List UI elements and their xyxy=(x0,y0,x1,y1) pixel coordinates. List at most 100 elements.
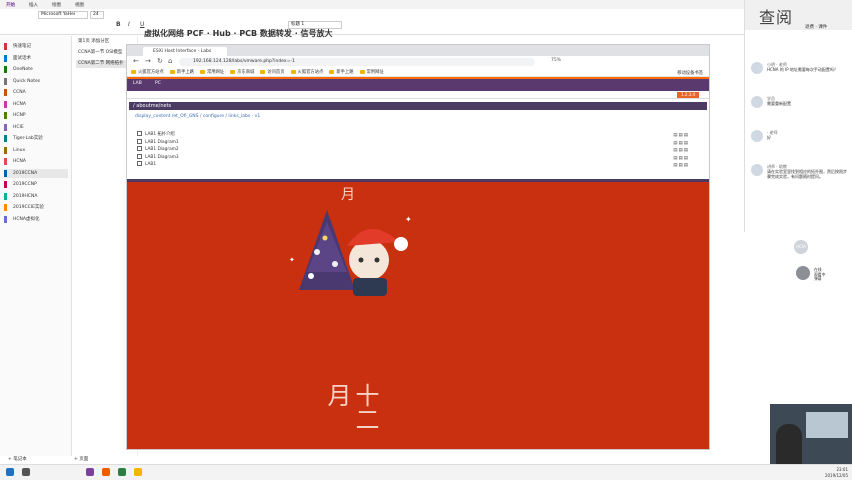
desktop-wallpaper: 月 ✦ ✦ 十二月 xyxy=(127,182,709,449)
bookmark-item[interactable]: 常用网址 xyxy=(199,69,224,75)
webcam-overlay xyxy=(770,404,852,464)
bookmark-item[interactable]: 常用网址 xyxy=(359,69,384,75)
bookmark-item[interactable]: 火狐官方站点 xyxy=(290,69,323,75)
chat-avatar[interactable] xyxy=(751,62,763,74)
row-checkbox[interactable] xyxy=(137,138,142,144)
add-page-button[interactable]: + 页面 xyxy=(74,456,88,462)
chat-avatar[interactable] xyxy=(751,130,763,142)
notebook-item[interactable]: HCNA xyxy=(4,157,68,166)
reload-icon[interactable]: ↻ xyxy=(157,57,163,65)
firefox-icon[interactable] xyxy=(102,468,110,476)
notebook-item[interactable]: Tiger-Lab实验 xyxy=(4,134,68,143)
notebook-color-tag xyxy=(4,112,7,119)
notebook-item[interactable]: HCNA虚拟化 xyxy=(4,215,68,224)
lab-name: LAB1 xyxy=(145,162,157,167)
row-actions-icon[interactable]: ▤▤▤ xyxy=(673,162,689,169)
notebook-label: HCIE xyxy=(13,124,24,130)
christmas-illustration: ✦ ✦ xyxy=(289,210,412,296)
notebook-color-tag xyxy=(4,100,7,108)
bookmark-item[interactable]: 访问首页 xyxy=(260,69,285,75)
lab-name: LAB1 Diagram2 xyxy=(145,147,179,152)
lab-row[interactable]: LAB1 Diagram1 ▤▤▤ xyxy=(137,138,697,146)
webcam-person xyxy=(776,424,802,464)
chat-header: 查阅 退费 · 课件 xyxy=(745,0,852,30)
chat-avatar[interactable] xyxy=(751,164,763,176)
avatar[interactable]: HCIA xyxy=(794,240,808,254)
font-size-select[interactable]: 24 xyxy=(90,11,104,19)
row-checkbox[interactable] xyxy=(137,131,142,136)
notebook-color-tag xyxy=(4,181,7,188)
bookmark-item[interactable]: 火狐官方站点 xyxy=(131,69,164,75)
bookmark-item[interactable]: 京东商城 xyxy=(230,69,254,75)
ribbon-tab-draw[interactable]: 绘图 xyxy=(52,2,61,8)
notebook-color-tag xyxy=(4,192,7,200)
gns-breadcrumb[interactable]: display_content /et_Ofi_GNS / configure … xyxy=(135,114,260,119)
lab-name: LAB1 Diagram1 xyxy=(145,139,179,145)
folder-icon xyxy=(260,70,266,74)
search-icon[interactable] xyxy=(22,468,30,476)
notebook-item[interactable]: 面试话术 xyxy=(4,54,68,63)
bookmark-item[interactable]: 新手上路 xyxy=(169,69,194,75)
add-notebook-button[interactable]: + 笔记本 xyxy=(8,456,27,462)
notebook-item[interactable]: CCNA xyxy=(4,88,68,97)
bold-button[interactable]: B xyxy=(116,21,121,28)
onenote-icon[interactable] xyxy=(86,468,94,476)
lab-row[interactable]: LAB1 Diagram3 ▤▤▤ xyxy=(137,153,697,161)
lab-row[interactable]: LAB1 拓扑介绍 ▤▤▤ xyxy=(137,131,697,138)
italic-button[interactable]: I xyxy=(128,21,130,28)
notebook-item[interactable]: OneNote xyxy=(4,65,68,74)
gns-menu-pc[interactable]: PC xyxy=(155,81,161,86)
gns-folder-header: / aboutme/nets xyxy=(129,102,707,110)
font-name-select[interactable]: Microsoft YaHei xyxy=(38,11,88,19)
bookmarks-bar: 火狐官方站点 新手上路 常用网址 京东商城 访问首页 火狐官方站点 新手上路 常用网址 xyxy=(127,68,709,77)
notebook-item[interactable]: 2019CCNP xyxy=(4,180,68,189)
other-bookmarks[interactable]: 移动设备书签 xyxy=(677,70,703,76)
notebook-item[interactable]: 2019HCNA xyxy=(4,192,68,201)
taskbar-clock[interactable]: 23:01 2019/12/05 xyxy=(825,467,848,478)
notebook-label: 2019CCNA xyxy=(13,170,38,176)
row-checkbox[interactable] xyxy=(137,161,142,166)
row-checkbox[interactable] xyxy=(137,146,142,151)
chat-links[interactable]: 退费 · 课件 xyxy=(805,24,827,30)
url-input[interactable]: 192.168.124.128/labs/vmware.php?index=-1 xyxy=(179,58,535,66)
lab-row[interactable]: LAB1 Diagram2 ▤▤▤ xyxy=(137,146,697,153)
forward-icon[interactable]: → xyxy=(145,57,151,65)
notebook-item[interactable]: Linux xyxy=(4,146,68,155)
chat-avatar[interactable] xyxy=(751,96,763,108)
notebook-color-tag xyxy=(4,158,7,165)
start-icon[interactable] xyxy=(6,468,14,476)
underline-button[interactable]: U xyxy=(140,21,144,28)
notebook-item[interactable]: Quick Notes xyxy=(4,77,68,86)
ribbon-tab-insert[interactable]: 插入 xyxy=(29,2,38,8)
viewer-avatar[interactable] xyxy=(796,266,810,280)
notebook-item[interactable]: 2019CCNA xyxy=(4,168,68,178)
gns-menu-lab[interactable]: LAB xyxy=(133,81,142,86)
chat-text: HCNA 的 IP 地址需要每次手动配置吗？ xyxy=(767,67,838,73)
browser-tab[interactable]: ESXi Host Interface - Labs xyxy=(143,47,227,56)
folder-icon xyxy=(290,70,296,74)
notebook-label: 2019CCNP xyxy=(13,182,37,187)
ribbon-tab-bar: 开始 插入 绘图 视图 xyxy=(0,0,744,9)
ribbon-tab-home[interactable]: 开始 xyxy=(6,2,15,8)
notebook-item[interactable]: 2019CCIE实验 xyxy=(4,203,68,212)
notebook-item[interactable]: 快速笔记 xyxy=(4,42,68,51)
notebook-item[interactable]: HCNP xyxy=(4,111,68,120)
lab-name: LAB1 拓扑介绍 xyxy=(145,132,175,137)
notebook-color-tag xyxy=(4,204,7,211)
back-icon[interactable]: ← xyxy=(133,57,139,65)
home-icon[interactable]: ⌂ xyxy=(168,57,172,65)
notebook-item[interactable]: HCNA xyxy=(4,100,68,109)
app-icon[interactable] xyxy=(118,468,126,476)
zoom-level[interactable]: 75% xyxy=(551,58,561,63)
browser-address-bar: ← → ↻ ⌂ 192.168.124.128/labs/vmware.php?… xyxy=(127,56,709,68)
ribbon-tab-view[interactable]: 视图 xyxy=(75,2,84,8)
browser-window: ESXi Host Interface - Labs ← → ↻ ⌂ 192.1… xyxy=(126,44,710,450)
notebook-label: HCNA虚拟化 xyxy=(13,216,40,222)
folder-icon[interactable] xyxy=(134,468,142,476)
row-checkbox[interactable] xyxy=(137,153,142,159)
bookmark-item[interactable]: 新手上路 xyxy=(329,69,354,75)
notebook-nav: 快速笔记面试话术 OneNote Quick Notes CCNA HCNA HCNP HC… xyxy=(0,36,72,456)
lab-row[interactable]: LAB1 ▤▤▤ xyxy=(137,161,697,168)
chat-message: · 老师好 xyxy=(767,130,847,140)
notebook-item[interactable]: HCIE xyxy=(4,123,68,132)
